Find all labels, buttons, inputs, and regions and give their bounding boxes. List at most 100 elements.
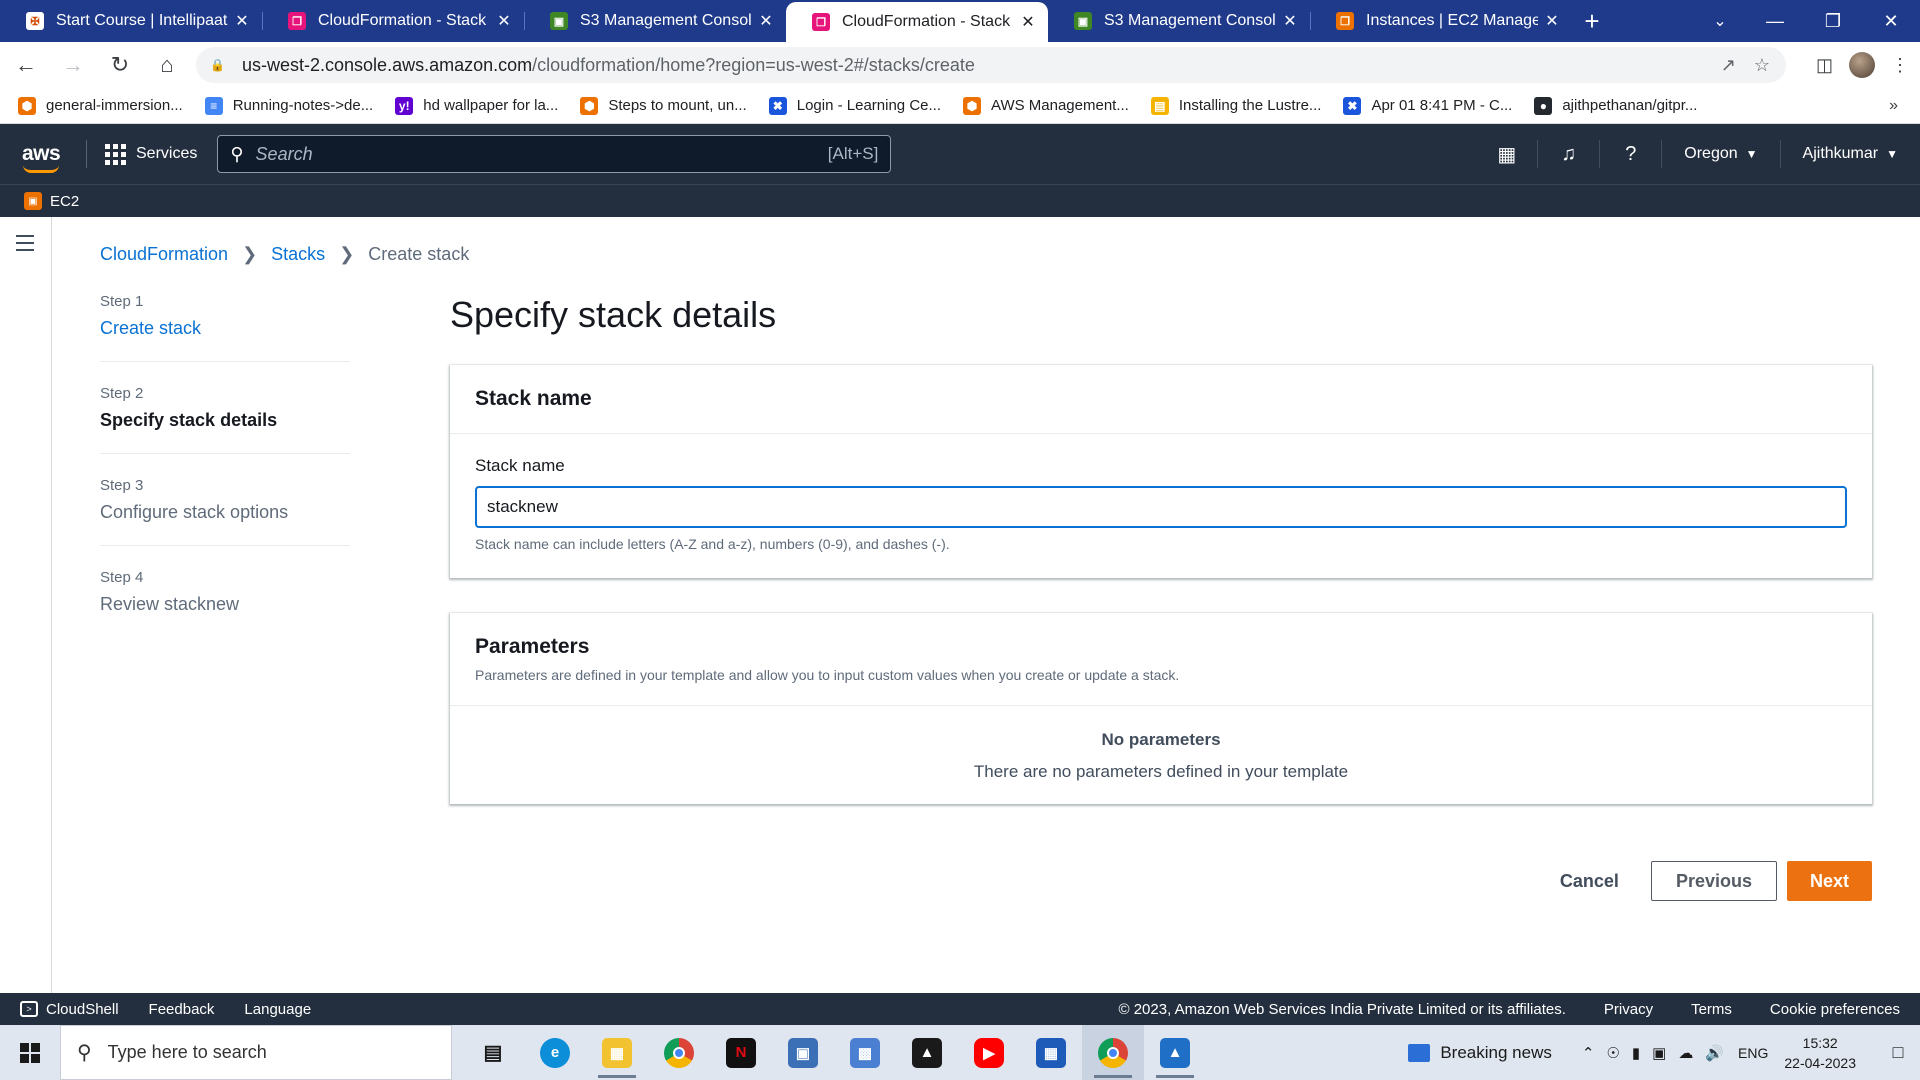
- youtube-icon[interactable]: ▶: [958, 1025, 1020, 1080]
- cancel-button[interactable]: Cancel: [1538, 871, 1641, 892]
- page-title: Specify stack details: [450, 294, 777, 335]
- system-tray: Breaking news ⌃ ☉ ▮ ▣ ☁ 🔊 ENG 15:32 22-0…: [1408, 1025, 1920, 1080]
- edge-icon[interactable]: e: [524, 1025, 586, 1080]
- notifications-icon[interactable]: □: [1876, 1042, 1920, 1063]
- news-widget[interactable]: Breaking news: [1408, 1043, 1552, 1063]
- bookmark-item[interactable]: ✖ Apr 01 8:41 PM - C...: [1343, 96, 1512, 115]
- close-window-icon[interactable]: ✕: [1862, 0, 1920, 42]
- chrome-running-icon[interactable]: [1082, 1025, 1144, 1080]
- network-app-icon[interactable]: ▣: [772, 1025, 834, 1080]
- tab-close-icon[interactable]: ✕: [758, 11, 774, 31]
- minimize-icon[interactable]: —: [1746, 0, 1804, 42]
- store-icon[interactable]: ▦: [1020, 1025, 1082, 1080]
- services-menu-button[interactable]: Services: [105, 143, 198, 165]
- browser-tab[interactable]: ▣ S3 Management Console ✕: [1048, 0, 1310, 42]
- language-link[interactable]: Language: [244, 1001, 311, 1018]
- feedback-link[interactable]: Feedback: [149, 1001, 215, 1018]
- camera-icon[interactable]: ▣: [1652, 1044, 1666, 1062]
- bookmark-favicon-icon: ⬢: [18, 96, 36, 115]
- aws-top-nav: aws Services ⚲ Search [Alt+S] ▦ ♫ ? Oreg…: [0, 124, 1920, 184]
- chevron-up-icon[interactable]: ⌃: [1582, 1044, 1595, 1062]
- bookmark-item[interactable]: ⬢ AWS Management...: [963, 96, 1129, 115]
- sync-icon[interactable]: ☁: [1678, 1044, 1693, 1062]
- netflix-icon[interactable]: N: [710, 1025, 772, 1080]
- tab-search-icon[interactable]: ⌄: [1700, 0, 1740, 42]
- step-title: Review stacknew: [100, 594, 240, 614]
- cookie-preferences-link[interactable]: Cookie preferences: [1770, 1001, 1900, 1018]
- share-icon[interactable]: ↗: [1721, 55, 1736, 76]
- bookmark-item[interactable]: ▤ Installing the Lustre...: [1150, 96, 1321, 115]
- address-bar[interactable]: 🔒 us-west-2.console.aws.amazon.com/cloud…: [196, 47, 1786, 83]
- breadcrumb-cloudformation[interactable]: CloudFormation: [100, 244, 228, 265]
- chrome-icon[interactable]: [648, 1025, 710, 1080]
- hamburger-menu-icon[interactable]: [16, 235, 34, 256]
- restore-icon[interactable]: ❐: [1804, 0, 1862, 42]
- task-view-icon[interactable]: ▤: [462, 1025, 524, 1080]
- bookmark-label: general-immersion...: [46, 97, 183, 114]
- volume-icon[interactable]: 🔊: [1705, 1044, 1724, 1062]
- battery-icon[interactable]: ▮: [1632, 1044, 1640, 1062]
- language-indicator[interactable]: ENG: [1738, 1045, 1768, 1061]
- breadcrumb-stacks[interactable]: Stacks: [271, 244, 325, 265]
- stack-name-input[interactable]: [475, 486, 1847, 528]
- browser-menu-icon[interactable]: ⋮: [1891, 55, 1909, 76]
- parameters-panel: Parameters Parameters are defined in you…: [450, 613, 1872, 804]
- cloudshell-footer-button[interactable]: > CloudShell: [20, 1001, 119, 1018]
- browser-tab[interactable]: ❐ CloudFormation - Stack sta ✕: [262, 0, 524, 42]
- clock[interactable]: 15:32 22-04-2023: [1784, 1033, 1856, 1073]
- tab-close-icon[interactable]: ✕: [234, 11, 250, 31]
- privacy-link[interactable]: Privacy: [1604, 1001, 1653, 1018]
- panel-description: Parameters are defined in your template …: [475, 667, 1180, 683]
- graduation-app-icon[interactable]: ▲: [896, 1025, 958, 1080]
- new-tab-button[interactable]: +: [1572, 0, 1612, 42]
- empty-state: No parameters There are no parameters de…: [450, 706, 1872, 804]
- account-menu[interactable]: Ajithkumar ▼: [1781, 140, 1920, 168]
- previous-button[interactable]: Previous: [1650, 861, 1777, 901]
- services-label: Services: [136, 145, 198, 162]
- bookmark-label: Steps to mount, un...: [608, 97, 747, 114]
- back-icon[interactable]: ←: [5, 44, 47, 86]
- file-explorer-icon[interactable]: ▦: [586, 1025, 648, 1080]
- region-selector[interactable]: Oregon ▼: [1662, 140, 1781, 168]
- taskbar-search-input[interactable]: ⚲ Type here to search: [60, 1025, 452, 1080]
- home-icon[interactable]: ⌂: [146, 44, 188, 86]
- bookmark-item[interactable]: ✖ Login - Learning Ce...: [768, 96, 941, 115]
- browser-tab[interactable]: ✠ Start Course | Intellipaat ✕: [0, 0, 262, 42]
- help-icon[interactable]: ?: [1600, 140, 1663, 168]
- photos-icon[interactable]: ▲: [1144, 1025, 1206, 1080]
- next-button[interactable]: Next: [1786, 861, 1872, 901]
- forward-icon[interactable]: →: [52, 44, 94, 86]
- tab-close-icon[interactable]: ✕: [1020, 12, 1036, 32]
- bookmark-item[interactable]: ⬢ general-immersion...: [18, 96, 183, 115]
- tab-close-icon[interactable]: ✕: [496, 11, 512, 31]
- browser-tab[interactable]: ❐ CloudFormation - Stack ✕: [786, 2, 1048, 42]
- step-number: Step 2: [100, 385, 144, 402]
- browser-tab[interactable]: ❐ Instances | EC2 Managemen ✕: [1310, 0, 1572, 42]
- browser-tab[interactable]: ▣ S3 Management Console ✕: [524, 0, 786, 42]
- profile-avatar[interactable]: [1849, 52, 1876, 78]
- start-button[interactable]: [0, 1025, 60, 1080]
- tab-favicon-icon: ▣: [550, 12, 568, 30]
- terms-link[interactable]: Terms: [1691, 1001, 1732, 1018]
- favorite-ec2-link[interactable]: EC2: [50, 193, 79, 210]
- more-bookmarks-icon[interactable]: »: [1889, 97, 1898, 115]
- tab-close-icon[interactable]: ✕: [1282, 11, 1298, 31]
- aws-logo[interactable]: aws: [22, 143, 62, 173]
- console-search-input[interactable]: ⚲ Search [Alt+S]: [217, 135, 892, 173]
- step-link-create-stack[interactable]: Create stack: [100, 318, 350, 339]
- reload-icon[interactable]: ↻: [99, 44, 141, 86]
- cloudshell-icon[interactable]: ▦: [1476, 140, 1539, 168]
- side-panel-icon[interactable]: ◫: [1816, 55, 1833, 76]
- step-number: Step 3: [100, 477, 144, 494]
- empty-state-title: No parameters: [1101, 730, 1221, 749]
- tab-close-icon[interactable]: ✕: [1544, 11, 1560, 31]
- bookmark-item[interactable]: ● ajithpethanan/gitpr...: [1534, 96, 1697, 115]
- notifications-bell-icon[interactable]: ♫: [1538, 140, 1601, 168]
- wifi-icon[interactable]: ☉: [1606, 1044, 1619, 1062]
- bookmark-star-icon[interactable]: ☆: [1754, 55, 1770, 76]
- bookmark-item[interactable]: y! hd wallpaper for la...: [395, 96, 558, 115]
- remote-desktop-icon[interactable]: ▩: [834, 1025, 896, 1080]
- bookmark-item[interactable]: ≡ Running-notes->de...: [204, 96, 373, 115]
- stack-name-hint: Stack name can include letters (A-Z and …: [475, 536, 950, 552]
- bookmark-item[interactable]: ⬢ Steps to mount, un...: [580, 96, 747, 115]
